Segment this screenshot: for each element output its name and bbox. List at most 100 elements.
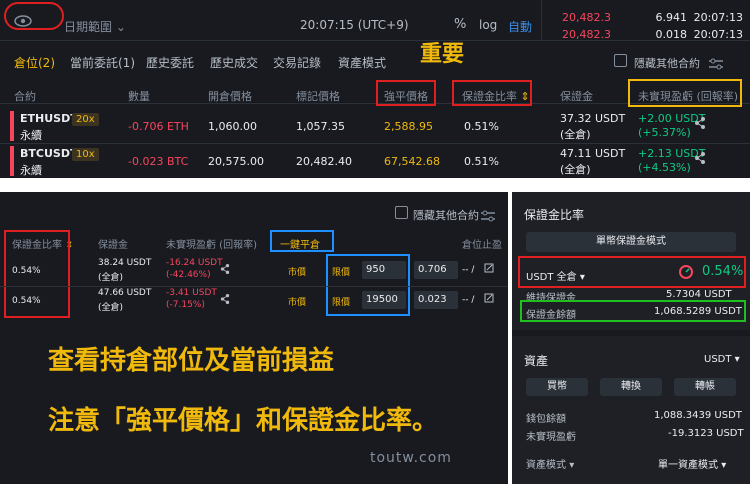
margin-mode: (全倉) [98, 303, 124, 313]
tab-order-history[interactable]: 歷史委託 [146, 54, 194, 71]
margin-panel: 保證金比率 單幣保證金模式 USDT 全倉 ▾ 0.54% 維持保證金 5.73… [512, 192, 750, 484]
margin-ratio: 0.54% [12, 296, 41, 306]
margin-ratio: 0.54% [12, 266, 41, 276]
chart-toolbar: 日期範圍 ⌄ 20:07:15 (UTC+9) % log 自動 [0, 0, 540, 40]
edit-icon[interactable] [484, 263, 494, 276]
roe: (+5.37%) [638, 126, 691, 139]
annotation-circle [4, 2, 64, 30]
annotation-important: 重要 [420, 42, 465, 67]
hide-other-label: 隱藏其他合約 [413, 209, 479, 222]
margin-mode: (全倉) [560, 163, 591, 176]
position-size: -0.023 BTC [128, 155, 189, 168]
leverage-badge[interactable]: 10x [72, 148, 99, 161]
share-icon[interactable] [220, 263, 230, 278]
margin-ratio: 0.51% [464, 120, 499, 133]
position-symbol[interactable]: ETHUSDT [20, 112, 78, 125]
clock: 20:07:15 (UTC+9) [300, 18, 409, 32]
wallet-balance-label: 錢包餘額 [526, 414, 566, 425]
annotation-box-margin-ratio [452, 80, 532, 106]
caret-down-icon: ▾ [721, 460, 727, 471]
position-size: -0.706 ETH [128, 120, 189, 133]
caret-down-icon: ▾ [569, 460, 575, 471]
positions-panel-bottom: 隱藏其他合約 保證金比率 ⇕ 保證金 未實現盈虧 (回報率) 一鍵平倉 倉位止盈… [0, 192, 508, 484]
tab-trade-history[interactable]: 歷史成交 [210, 54, 258, 71]
filter-icon[interactable] [480, 207, 496, 226]
asset-mode-selector[interactable]: 單一資產模式 ▾ [658, 456, 726, 471]
caption-line-1: 查看持倉部位及當前損益 [48, 346, 335, 376]
maint-margin-value: 5.7304 USDT [666, 289, 732, 300]
filter-icon[interactable] [708, 55, 724, 74]
tab-positions[interactable]: 倉位(2) [14, 54, 55, 71]
position-row[interactable]: ETHUSDT 20x 永續 -0.706 ETH 1,060.00 1,057… [0, 108, 750, 144]
tab-open-orders[interactable]: 當前委託(1) [70, 54, 135, 71]
market-close-button[interactable]: 市價 [288, 265, 306, 278]
convert-button[interactable]: 轉換 [600, 378, 662, 396]
unrealized-pnl: -16.24 USDT [166, 258, 223, 268]
buy-crypto-button[interactable]: 買幣 [526, 378, 588, 396]
limit-price-input[interactable]: 19500 [362, 291, 406, 309]
hide-other-checkbox[interactable] [614, 54, 627, 67]
col-margin: 保證金 [98, 240, 128, 251]
hide-other-checkbox[interactable] [395, 206, 408, 219]
entry-price: 1,060.00 [208, 120, 257, 133]
log-scale-button[interactable]: log [479, 18, 497, 32]
roe: (-42.46%) [166, 270, 211, 280]
margin-mode: (全倉) [98, 273, 124, 283]
tpsl-value: -- / [462, 295, 475, 305]
positions-panel-top: 日期範圍 ⌄ 20:07:15 (UTC+9) % log 自動 20,482.… [0, 0, 750, 178]
margin-balance-value: 1,068.5289 USDT [654, 306, 742, 317]
auto-scale-button[interactable]: 自動 [508, 18, 532, 35]
asset-unit-selector[interactable]: USDT ▾ [704, 354, 740, 365]
annotation-box-pnl [628, 79, 742, 107]
position-symbol[interactable]: BTCUSDT [20, 147, 77, 160]
hide-other-label: 隱藏其他合約 [634, 57, 700, 70]
position-row[interactable]: 0.54% 38.24 USDT (全倉) -16.24 USDT (-42.4… [0, 256, 508, 286]
liq-price: 2,588.95 [384, 120, 433, 133]
caret-down-icon: ▾ [579, 272, 585, 283]
market-close-button[interactable]: 市價 [288, 295, 306, 308]
edit-icon[interactable] [484, 293, 494, 306]
upnl-label: 未實現盈虧 [526, 432, 576, 443]
col-entry-price: 開倉價格 [208, 90, 252, 103]
position-type: 永續 [20, 164, 42, 177]
margin-amount: 37.32 USDT [560, 112, 626, 125]
limit-price-input[interactable]: 950 [362, 261, 406, 279]
margin-amount: 47.66 USDT [98, 288, 152, 298]
margin-ratio-title: 保證金比率 [524, 208, 585, 222]
share-icon[interactable] [694, 116, 706, 133]
short-indicator [10, 146, 14, 176]
date-range-selector[interactable]: 日期範圍 ⌄ [64, 18, 126, 35]
watermark: toutw.com [370, 450, 452, 466]
divider [0, 40, 750, 41]
share-icon[interactable] [220, 293, 230, 308]
margin-balance-label: 保證金餘額 [526, 310, 576, 321]
limit-close-button[interactable]: 限價 [332, 265, 350, 278]
tab-transactions[interactable]: 交易記錄 [273, 54, 321, 71]
transfer-button[interactable]: 轉帳 [674, 378, 736, 396]
chevron-down-icon: ⌄ [115, 20, 126, 34]
image-separator [0, 178, 750, 192]
annotation-box-close-all [270, 230, 334, 252]
limit-qty-input[interactable]: 0.706 [414, 261, 458, 279]
position-row[interactable]: 0.54% 47.66 USDT (全倉) -3.41 USDT (-7.15%… [0, 286, 508, 316]
position-row[interactable]: BTCUSDT 10x 永續 -0.023 BTC 20,575.00 20,4… [0, 143, 750, 178]
entry-price: 20,575.00 [208, 155, 264, 168]
leverage-badge[interactable]: 20x [72, 113, 99, 126]
margin-mode: (全倉) [560, 128, 591, 141]
orderbook-trades: 20,482.3 6.941 20:07:13 20,482.3 0.018 2… [541, 0, 750, 41]
margin-ratio: 0.51% [464, 155, 499, 168]
limit-close-button[interactable]: 限價 [332, 295, 350, 308]
tpsl-value: -- / [462, 265, 475, 275]
trade-row: 20,482.3 6.941 20:07:13 [562, 11, 743, 24]
margin-amount: 38.24 USDT [98, 258, 152, 268]
limit-qty-input[interactable]: 0.023 [414, 291, 458, 309]
share-icon[interactable] [694, 151, 706, 168]
col-pnl: 未實現盈虧 (回報率) [166, 240, 257, 251]
percent-scale-button[interactable]: % [454, 17, 466, 32]
wallet-balance-value: 1,088.3439 USDT [654, 410, 742, 421]
margin-mode-selector[interactable]: USDT 全倉 ▾ [526, 268, 585, 283]
single-asset-margin-button[interactable]: 單幣保證金模式 [526, 232, 736, 252]
divider [512, 330, 750, 336]
caption-line-2: 注意「強平價格」和保證金比率。 [48, 406, 439, 436]
tab-asset-mode[interactable]: 資產模式 [338, 54, 386, 71]
